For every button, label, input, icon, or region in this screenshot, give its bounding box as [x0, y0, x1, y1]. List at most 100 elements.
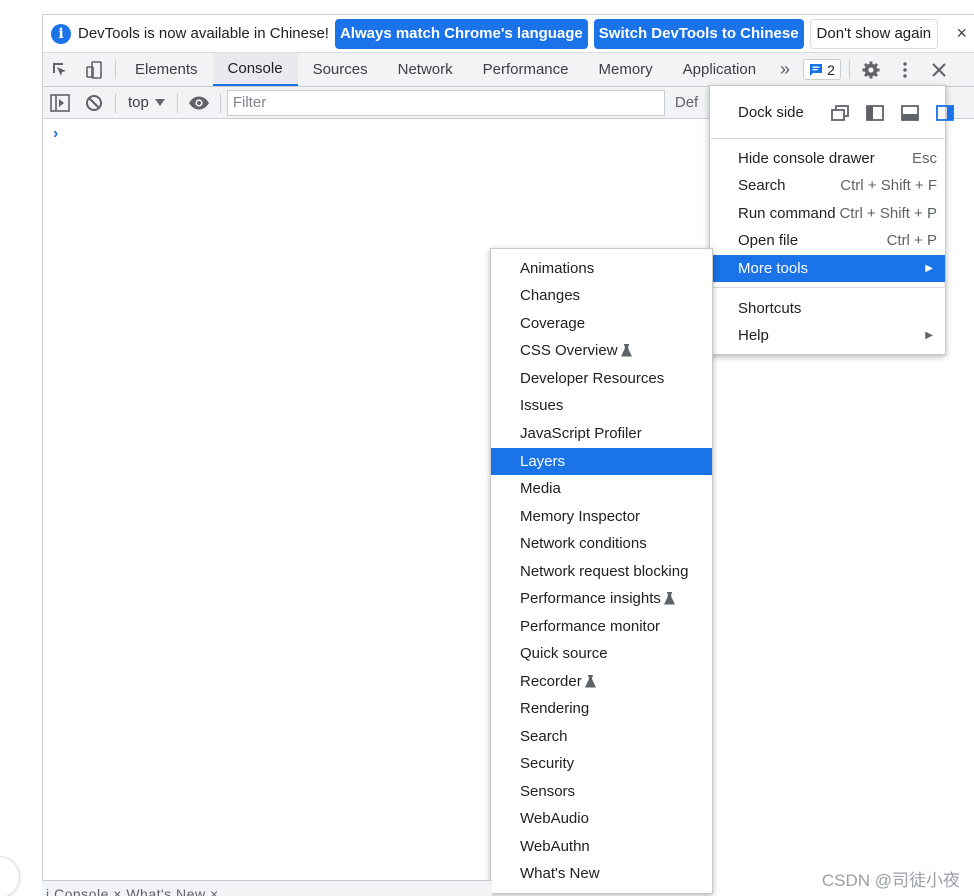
- tab-network[interactable]: Network: [383, 53, 468, 86]
- toolbar-divider: [219, 92, 221, 113]
- javascript-context-select[interactable]: top: [120, 94, 173, 111]
- issues-counter-button[interactable]: 2: [803, 59, 841, 80]
- submenu-item-label: Performance monitor: [520, 618, 661, 635]
- submenu-item-whats-new[interactable]: What's New: [491, 860, 712, 887]
- submenu-item-security[interactable]: Security: [491, 750, 712, 777]
- info-icon: i: [51, 23, 71, 44]
- submenu-item-performance-monitor[interactable]: Performance monitor: [491, 613, 712, 640]
- submenu-item-layers[interactable]: Layers: [491, 448, 712, 475]
- submenu-item-label: Quick source: [520, 645, 608, 662]
- csdn-watermark: CSDN @司徒小夜: [821, 871, 960, 890]
- submenu-item-network-conditions[interactable]: Network conditions: [491, 530, 712, 557]
- submenu-item-javascript-profiler[interactable]: JavaScript Profiler: [491, 420, 712, 447]
- submenu-item-developer-resources[interactable]: Developer Resources: [491, 365, 712, 392]
- submenu-arrow-icon: ▶: [925, 330, 933, 341]
- menu-item-open-file[interactable]: Open file Ctrl + P: [710, 227, 945, 254]
- submenu-item-label: Network request blocking: [520, 563, 689, 580]
- menu-item-more-tools[interactable]: More tools ▶: [710, 255, 945, 282]
- submenu-item-label: Layers: [520, 453, 566, 470]
- submenu-item-search[interactable]: Search: [491, 723, 712, 750]
- menu-item-shortcut: Ctrl + Shift + F: [840, 177, 937, 194]
- dock-side-row: Dock side: [710, 86, 954, 138]
- submenu-item-label: Search: [520, 728, 568, 745]
- submenu-item-animations[interactable]: Animations: [491, 255, 712, 282]
- menu-item-shortcut: Ctrl + P: [886, 232, 937, 249]
- console-filter-input[interactable]: Filter: [226, 89, 665, 116]
- infobar-close-icon[interactable]: ×: [956, 23, 967, 44]
- menu-item-label: Help: [738, 327, 769, 344]
- dropdown-triangle-icon: [154, 98, 165, 106]
- submenu-item-recorder[interactable]: Recorder: [491, 668, 712, 695]
- submenu-item-label: Memory Inspector: [520, 508, 641, 525]
- submenu-item-webauthn[interactable]: WebAuthn: [491, 833, 712, 860]
- toolbar-divider: [176, 92, 178, 113]
- page-edge-button[interactable]: [0, 856, 20, 896]
- submenu-item-webaudio[interactable]: WebAudio: [491, 805, 712, 832]
- menu-item-hide-console-drawer[interactable]: Hide console drawer Esc: [710, 145, 945, 172]
- submenu-item-coverage[interactable]: Coverage: [491, 310, 712, 337]
- menu-item-label: Hide console drawer: [738, 150, 875, 167]
- close-devtools-icon[interactable]: [922, 53, 956, 86]
- settings-gear-icon[interactable]: [854, 53, 888, 86]
- submenu-item-label: Sensors: [520, 783, 576, 800]
- menu-item-help[interactable]: Help ▶: [710, 322, 945, 349]
- submenu-arrow-icon: ▶: [925, 263, 933, 274]
- menu-item-shortcut: Esc: [911, 150, 937, 167]
- console-prompt[interactable]: ›: [53, 125, 58, 143]
- tab-sources[interactable]: Sources: [298, 53, 383, 86]
- live-expression-eye-icon[interactable]: [182, 87, 216, 119]
- submenu-item-changes[interactable]: Changes: [491, 282, 712, 309]
- submenu-item-media[interactable]: Media: [491, 475, 712, 502]
- menu-item-shortcut: Ctrl + Shift + P: [839, 205, 937, 222]
- undock-icon[interactable]: [830, 104, 850, 122]
- submenu-item-quick-source[interactable]: Quick source: [491, 640, 712, 667]
- always-match-language-button[interactable]: Always match Chrome's language: [334, 18, 588, 49]
- submenu-item-network-request-blocking[interactable]: Network request blocking: [491, 558, 712, 585]
- experimental-flask-icon: [663, 592, 675, 605]
- submenu-item-label: Network conditions: [520, 535, 647, 552]
- submenu-item-label: Performance insights: [520, 590, 661, 607]
- menu-item-label: Open file: [738, 232, 799, 249]
- log-levels-dropdown[interactable]: Def: [675, 94, 698, 111]
- tab-application[interactable]: Application: [668, 53, 771, 86]
- submenu-item-label: Issues: [520, 397, 564, 414]
- language-infobar: i DevTools is now available in Chinese! …: [43, 15, 974, 53]
- issues-count: 2: [827, 61, 835, 78]
- dock-right-icon[interactable]: [935, 104, 955, 122]
- submenu-item-performance-insights[interactable]: Performance insights: [491, 585, 712, 612]
- submenu-item-sensors[interactable]: Sensors: [491, 778, 712, 805]
- menu-item-label: Shortcuts: [738, 300, 802, 317]
- dont-show-again-button[interactable]: Don't show again: [809, 18, 939, 49]
- dock-bottom-icon[interactable]: [900, 104, 920, 122]
- menu-item-shortcuts[interactable]: Shortcuts: [710, 295, 945, 322]
- customize-menu-icon[interactable]: [888, 53, 922, 86]
- submenu-item-label: Recorder: [520, 673, 582, 690]
- tab-performance[interactable]: Performance: [468, 53, 584, 86]
- show-sidebar-icon[interactable]: [43, 87, 77, 119]
- tab-elements[interactable]: Elements: [120, 53, 213, 86]
- submenu-item-label: What's New: [520, 865, 600, 882]
- customize-devtools-menu: Dock side Hide console drawer Esc Search…: [709, 85, 954, 355]
- experimental-flask-icon: [620, 344, 632, 357]
- inspect-element-icon[interactable]: [43, 53, 77, 86]
- tab-memory[interactable]: Memory: [584, 53, 668, 86]
- experimental-flask-icon: [584, 675, 596, 688]
- more-tabs-chevron-icon[interactable]: »: [771, 53, 799, 86]
- submenu-item-css-overview[interactable]: CSS Overview: [491, 337, 712, 364]
- submenu-item-rendering[interactable]: Rendering: [491, 695, 712, 722]
- menu-item-run-command[interactable]: Run command Ctrl + Shift + P: [710, 200, 945, 227]
- toolbar-divider: [115, 92, 116, 113]
- switch-to-chinese-button[interactable]: Switch DevTools to Chinese: [593, 18, 804, 49]
- device-toolbar-icon[interactable]: [77, 53, 111, 86]
- submenu-item-label: Rendering: [520, 700, 590, 717]
- menu-item-search[interactable]: Search Ctrl + Shift + F: [710, 172, 945, 199]
- dock-left-icon[interactable]: [865, 104, 885, 122]
- submenu-item-label: Coverage: [520, 315, 586, 332]
- dock-side-label: Dock side: [738, 104, 804, 121]
- tab-console[interactable]: Console: [212, 53, 298, 86]
- submenu-item-memory-inspector[interactable]: Memory Inspector: [491, 503, 712, 530]
- toolbar-divider: [848, 60, 850, 79]
- submenu-item-issues[interactable]: Issues: [491, 392, 712, 419]
- clear-console-icon[interactable]: [77, 87, 111, 119]
- message-icon: [810, 63, 823, 76]
